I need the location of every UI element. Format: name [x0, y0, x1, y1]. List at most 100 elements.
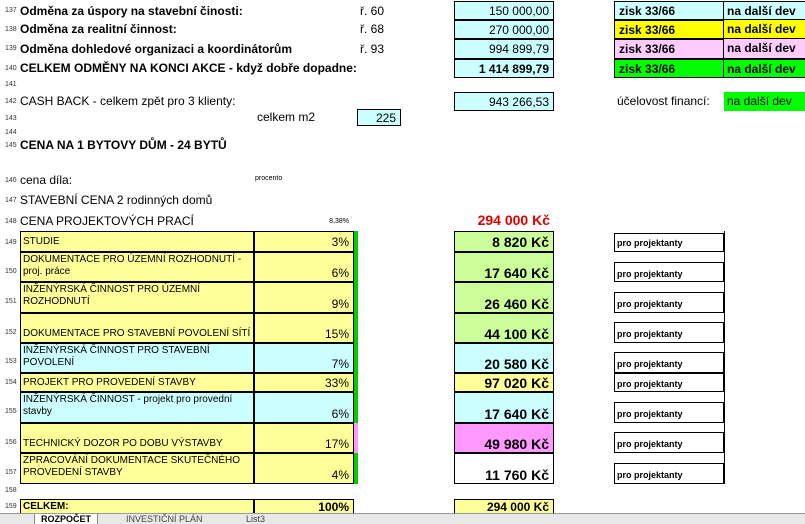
amount-cell[interactable]: 294 000 Kč — [454, 499, 554, 513]
row-header[interactable]: 148 — [0, 212, 20, 231]
row-header[interactable]: 158 — [0, 484, 20, 498]
amount-cell[interactable]: 994 899,79 — [454, 39, 554, 59]
pct-cell[interactable]: 9% — [254, 282, 354, 313]
row-label[interactable]: CENA PROJEKTOVÝCH PRACÍ — [20, 211, 255, 231]
pct-cell[interactable]: 7% — [254, 343, 354, 373]
next-dev-cell[interactable]: na další dev — [724, 1, 805, 20]
section-title[interactable]: CENA NA 1 BYTOVY DŮM - 24 BYTŮ — [20, 136, 320, 154]
row-ref[interactable]: ř. 93 — [358, 39, 454, 59]
row-header[interactable]: 149 — [0, 233, 20, 253]
pct-cell[interactable]: 100% — [254, 499, 354, 513]
next-dev-cell[interactable]: na další dev — [724, 20, 805, 39]
pct-cell[interactable]: 33% — [254, 373, 354, 392]
row-header[interactable]: 156 — [0, 433, 20, 453]
item-label[interactable]: DOKUMENTACE PRO STAVEBNÍ POVOLENÍ SÍTÍ — [20, 313, 254, 343]
row-ref[interactable]: ř. 60 — [358, 2, 454, 20]
row-label[interactable]: celkem m2 — [255, 109, 355, 126]
item-label[interactable]: INŽENÝRSKÁ ČINNOST - projekt pro provedn… — [20, 392, 254, 423]
pct-cell[interactable]: 6% — [254, 392, 354, 423]
row-header[interactable]: 144 — [0, 127, 20, 139]
next-dev-cell[interactable]: na další dev — [724, 39, 805, 59]
total-label[interactable]: CELKEM: — [20, 499, 254, 513]
next-dev-cell[interactable]: na další dev — [724, 92, 805, 111]
marker-strip — [354, 392, 358, 423]
pct-cell[interactable]: 4% — [254, 453, 354, 484]
amount-cell[interactable]: 1 414 899,79 — [454, 59, 554, 78]
zisk-cell[interactable]: zisk 33/66 — [614, 59, 724, 78]
sheet-tabs: ROZPOČET INVESTIČNÍ PLÁN List3 — [0, 513, 805, 524]
zisk-cell[interactable]: zisk 33/66 — [614, 1, 724, 20]
amount-cell[interactable]: 17 640 Kč — [454, 252, 554, 282]
note-cell[interactable]: pro projektanty — [614, 373, 724, 392]
note-cell[interactable]: pro projektanty — [614, 402, 724, 423]
row-header[interactable]: 154 — [0, 373, 20, 392]
amount-cell[interactable]: 11 760 Kč — [454, 453, 554, 484]
row-header[interactable]: 147 — [0, 191, 20, 210]
row-header[interactable]: 141 — [0, 78, 20, 92]
grid-line — [724, 231, 725, 484]
row-header[interactable]: 142 — [0, 92, 20, 111]
zisk-cell[interactable]: zisk 33/66 — [614, 39, 724, 59]
pct-cell[interactable]: 17% — [254, 423, 354, 453]
marker-strip — [354, 423, 358, 453]
spreadsheet-grid[interactable]: 137 Odměna za úspory na stavební činosti… — [0, 0, 805, 513]
row-header[interactable]: 152 — [0, 323, 20, 343]
value-cell[interactable]: 225 — [357, 109, 401, 126]
marker-strip — [354, 252, 358, 282]
amount-cell[interactable]: 17 640 Kč — [454, 392, 554, 423]
note-cell[interactable]: pro projektanty — [614, 262, 724, 282]
amount-cell[interactable]: 150 000,00 — [454, 1, 554, 20]
row-header[interactable]: 138 — [0, 20, 20, 39]
row-header[interactable]: 151 — [0, 292, 20, 312]
row-header[interactable]: 140 — [0, 59, 20, 78]
row-label[interactable]: Odměna dohledové organizaci a koordináto… — [20, 39, 354, 59]
marker-strip — [354, 313, 358, 343]
amount-cell[interactable]: 26 460 Kč — [454, 282, 554, 313]
row-header[interactable]: 157 — [0, 463, 20, 483]
total-amount[interactable]: 294 000 Kč — [454, 210, 554, 230]
item-label[interactable]: INŽENÝRSKÁ ČINNOST PRO ÚZEMNÍ ROZHODNUTÍ — [20, 282, 254, 313]
item-label[interactable]: STUDIE — [20, 231, 254, 252]
item-label[interactable]: TECHNICKÝ DOZOR PO DOBU VÝSTAVBY — [20, 423, 254, 453]
row-label[interactable]: CELKEM ODMĚNY NA KONCI AKCE - když dobře… — [20, 59, 454, 78]
note-cell[interactable]: pro projektanty — [614, 352, 724, 373]
row-header[interactable]: 137 — [0, 2, 20, 20]
zisk-cell[interactable]: zisk 33/66 — [614, 20, 724, 39]
row-header[interactable]: 153 — [0, 352, 20, 372]
row-header[interactable]: 155 — [0, 402, 20, 422]
item-label[interactable]: DOKUMENTACE PRO ÚZEMNÍ ROZHODNUTÍ - proj… — [20, 252, 254, 282]
info-label[interactable]: účelovost financí: — [617, 92, 723, 111]
amount-cell[interactable]: 20 580 Kč — [454, 343, 554, 373]
row-label[interactable]: STAVEBNÍ CENA 2 rodinných domů — [20, 191, 320, 210]
row-header[interactable]: 145 — [0, 139, 20, 153]
amount-cell[interactable]: 44 100 Kč — [454, 313, 554, 343]
row-header[interactable]: 150 — [0, 262, 20, 282]
note-cell[interactable]: pro projektanty — [614, 463, 724, 484]
column-note[interactable]: procento — [255, 172, 315, 186]
pct-cell[interactable]: 8,38% — [255, 215, 353, 229]
row-label[interactable]: Odměna za úspory na stavební činosti: — [20, 2, 354, 20]
amount-cell[interactable]: 49 980 Kč — [454, 423, 554, 453]
amount-cell[interactable]: 270 000,00 — [454, 20, 554, 39]
note-cell[interactable]: pro projektanty — [614, 233, 724, 252]
note-cell[interactable]: pro projektanty — [614, 292, 724, 313]
amount-cell[interactable]: 943 266,53 — [454, 92, 554, 111]
row-label[interactable]: Odměna za realitní činnost: — [20, 20, 354, 39]
note-cell[interactable]: pro projektanty — [614, 322, 724, 343]
row-header[interactable]: 143 — [0, 111, 20, 127]
row-label[interactable]: cena díla: — [20, 171, 220, 189]
pct-cell[interactable]: 3% — [254, 231, 354, 252]
amount-cell[interactable]: 8 820 Kč — [454, 231, 554, 252]
row-ref[interactable]: ř. 68 — [358, 20, 454, 39]
row-header[interactable]: 159 — [0, 500, 20, 513]
row-header[interactable]: 146 — [0, 171, 20, 191]
item-label[interactable]: PROJEKT PRO PROVEDENÍ STAVBY — [20, 373, 254, 392]
pct-cell[interactable]: 6% — [254, 252, 354, 282]
item-label[interactable]: ZPRACOVÁNÍ DOKUMENTACE SKUTEČNÉHO PROVED… — [20, 453, 254, 484]
pct-cell[interactable]: 15% — [254, 313, 354, 343]
note-cell[interactable]: pro projektanty — [614, 432, 724, 453]
amount-cell[interactable]: 97 020 Kč — [454, 373, 554, 392]
item-label[interactable]: INŽENÝRSKÁ ČINNOST PRO STAVEBNÍ POVOLENÍ — [20, 343, 254, 373]
next-dev-cell[interactable]: na další dev — [724, 59, 805, 78]
row-header[interactable]: 139 — [0, 39, 20, 59]
